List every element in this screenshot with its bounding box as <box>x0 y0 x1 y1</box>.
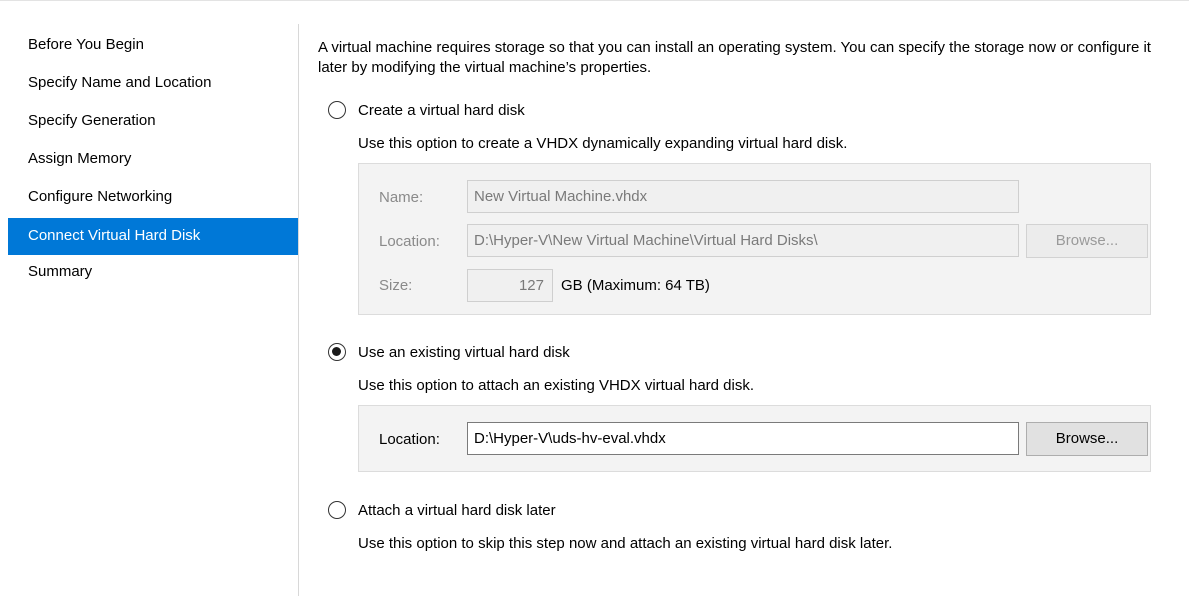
create-vhd-option[interactable]: Create a virtual hard disk <box>328 101 525 119</box>
create-location-label: Location: <box>379 233 440 250</box>
intro-text: A virtual machine requires storage so th… <box>318 39 1151 76</box>
existing-browse-button[interactable]: Browse... <box>1026 422 1148 456</box>
nav-item-assign-memory[interactable]: Assign Memory <box>8 142 298 180</box>
existing-vhd-label: Use an existing virtual hard disk <box>358 343 570 361</box>
top-border <box>0 0 1189 1</box>
existing-location-field[interactable]: D:\Hyper-V\uds-hv-eval.vhdx <box>467 422 1019 455</box>
nav-item-before-you-begin[interactable]: Before You Begin <box>8 28 298 66</box>
nav-item-configure-networking[interactable]: Configure Networking <box>8 180 298 218</box>
create-vhd-label: Create a virtual hard disk <box>358 101 525 119</box>
create-vhd-description: Use this option to create a VHDX dynamic… <box>358 135 848 152</box>
attach-later-description: Use this option to skip this step now an… <box>358 535 893 552</box>
existing-vhd-radio[interactable] <box>328 343 346 361</box>
wizard-steps-nav: Before You Begin Specify Name and Locati… <box>8 28 298 293</box>
name-field[interactable]: New Virtual Machine.vhdx <box>467 180 1019 213</box>
existing-location-label: Location: <box>379 431 440 448</box>
nav-item-summary[interactable]: Summary <box>8 255 298 293</box>
size-label: Size: <box>379 277 413 294</box>
create-location-field[interactable]: D:\Hyper-V\New Virtual Machine\Virtual H… <box>467 224 1019 257</box>
create-browse-button[interactable]: Browse... <box>1026 224 1148 258</box>
size-field[interactable]: 127 <box>467 269 553 302</box>
name-label: Name: <box>379 189 424 206</box>
existing-vhd-description: Use this option to attach an existing VH… <box>358 377 755 394</box>
existing-vhd-group: Location: D:\Hyper-V\uds-hv-eval.vhdx Br… <box>358 405 1151 472</box>
nav-divider <box>298 24 299 596</box>
existing-vhd-option[interactable]: Use an existing virtual hard disk <box>328 343 570 361</box>
create-vhd-radio[interactable] <box>328 101 346 119</box>
size-unit-label: GB (Maximum: 64 TB) <box>561 277 710 294</box>
nav-item-specify-generation[interactable]: Specify Generation <box>8 104 298 142</box>
attach-later-label: Attach a virtual hard disk later <box>358 501 556 519</box>
nav-item-specify-name-and-location[interactable]: Specify Name and Location <box>8 66 298 104</box>
create-vhd-group: Name: New Virtual Machine.vhdx Location:… <box>358 163 1151 315</box>
attach-later-option[interactable]: Attach a virtual hard disk later <box>328 501 556 519</box>
nav-item-connect-virtual-hard-disk[interactable]: Connect Virtual Hard Disk <box>8 218 298 255</box>
attach-later-radio[interactable] <box>328 501 346 519</box>
